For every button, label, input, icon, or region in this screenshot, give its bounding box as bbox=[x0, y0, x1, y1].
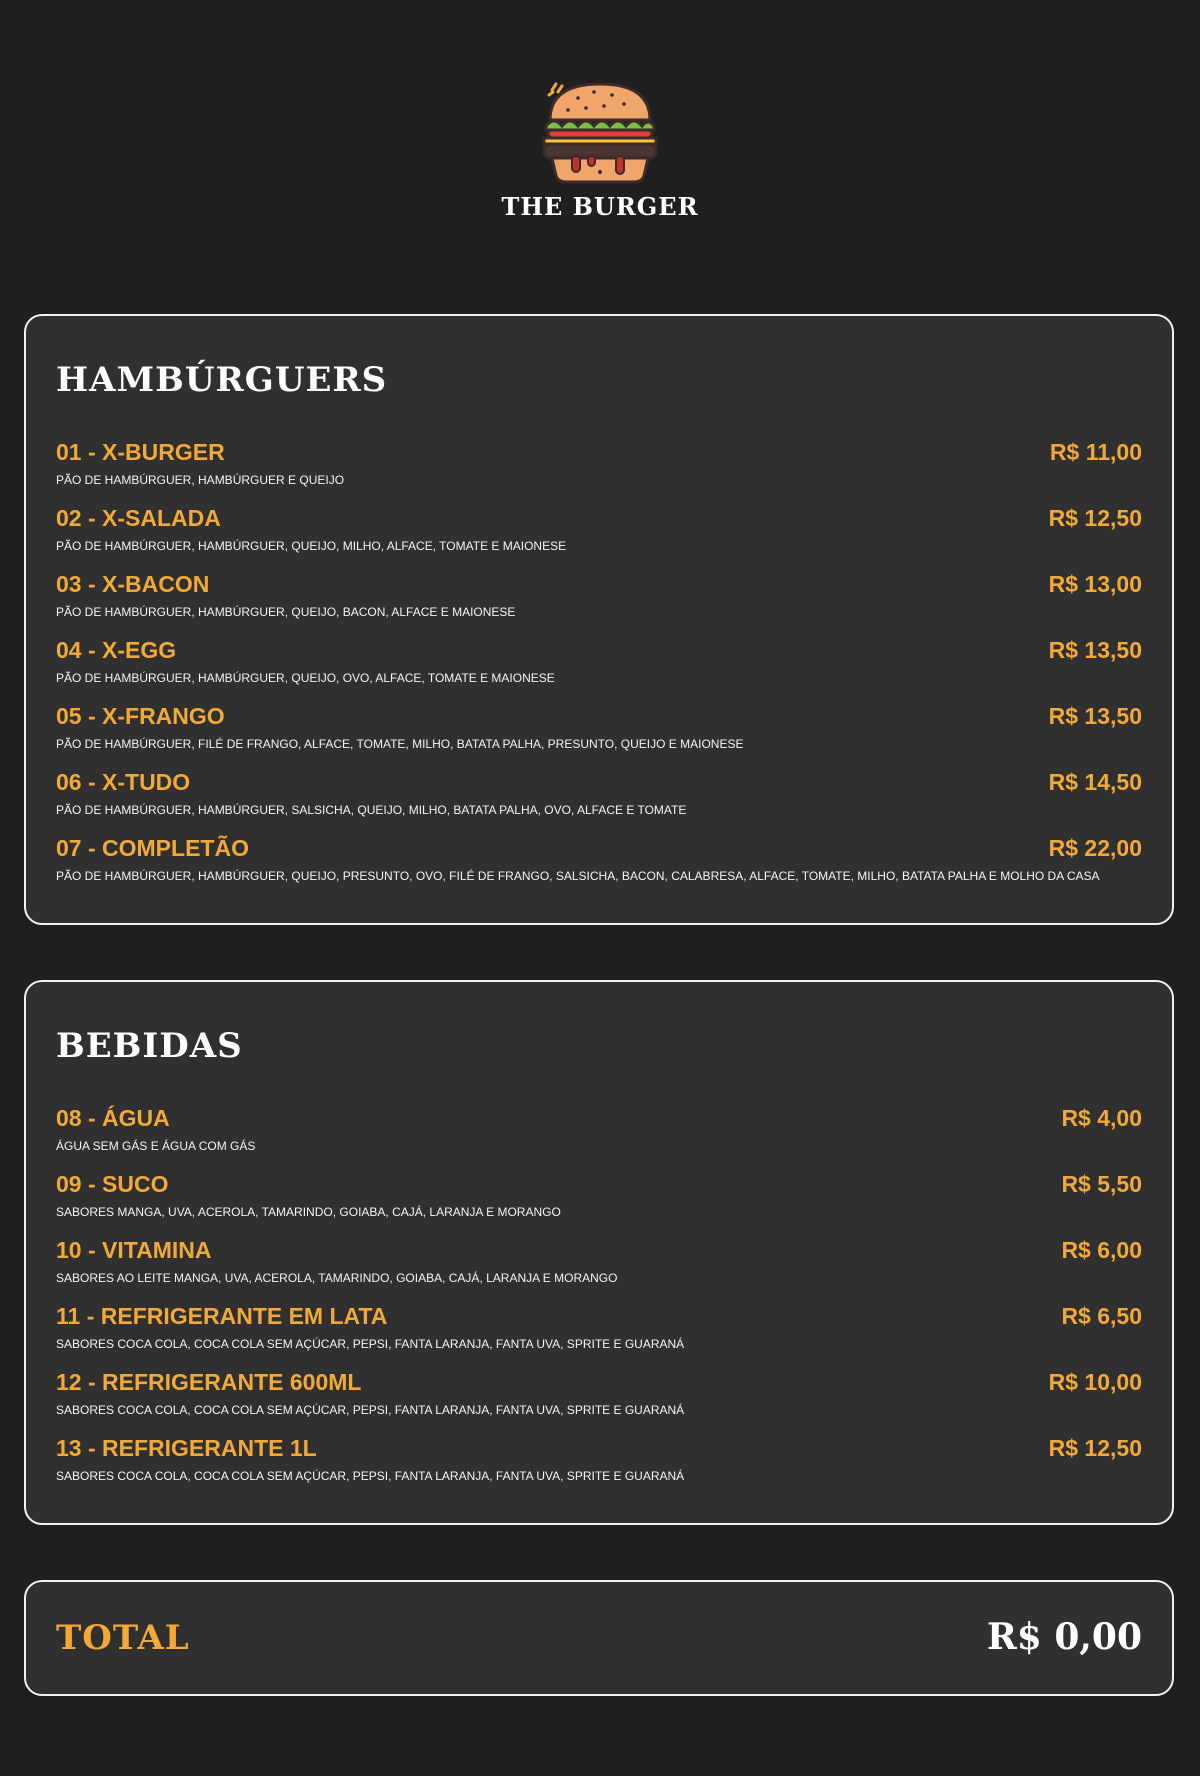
item-price: R$ 13,50 bbox=[1048, 703, 1142, 729]
menu-item-burger[interactable]: 04 - X-EGG R$ 13,50 PÃO DE HAMBÚRGUER, H… bbox=[56, 636, 1142, 702]
menu-item-burger[interactable]: 07 - COMPLETÃO R$ 22,00 PÃO DE HAMBÚRGUE… bbox=[56, 834, 1142, 900]
burger-icon bbox=[542, 82, 658, 184]
menu-item-burger[interactable]: 03 - X-BACON R$ 13,00 PÃO DE HAMBÚRGUER,… bbox=[56, 570, 1142, 636]
item-price: R$ 14,50 bbox=[1048, 769, 1142, 795]
menu-item-drink[interactable]: 11 - REFRIGERANTE EM LATA R$ 6,50 SABORE… bbox=[56, 1302, 1142, 1368]
drinks-section: BEBIDAS 08 - ÁGUA R$ 4,00 ÁGUA SEM GÁS E… bbox=[24, 980, 1174, 1525]
menu-item-drink[interactable]: 09 - SUCO R$ 5,50 SABORES MANGA, UVA, AC… bbox=[56, 1170, 1142, 1236]
item-name: 01 - X-BURGER bbox=[56, 439, 225, 465]
header: THE BURGER bbox=[0, 76, 1200, 221]
item-description: PÃO DE HAMBÚRGUER, HAMBÚRGUER, SALSICHA,… bbox=[56, 803, 687, 817]
item-description: SABORES COCA COLA, COCA COLA SEM AÇÚCAR,… bbox=[56, 1469, 685, 1483]
item-name: 12 - REFRIGERANTE 600ML bbox=[56, 1369, 362, 1395]
item-name: 13 - REFRIGERANTE 1L bbox=[56, 1435, 317, 1461]
item-name: 07 - COMPLETÃO bbox=[56, 835, 249, 861]
item-name: 08 - ÁGUA bbox=[56, 1105, 170, 1131]
item-description: PÃO DE HAMBÚRGUER, HAMBÚRGUER, QUEIJO, B… bbox=[56, 605, 516, 619]
burgers-list: 01 - X-BURGER R$ 11,00 PÃO DE HAMBÚRGUER… bbox=[56, 438, 1142, 900]
item-name: 05 - X-FRANGO bbox=[56, 703, 225, 729]
item-description: PÃO DE HAMBÚRGUER, HAMBÚRGUER, QUEIJO, M… bbox=[56, 539, 567, 553]
item-price: R$ 13,50 bbox=[1048, 637, 1142, 663]
item-description: PÃO DE HAMBÚRGUER, HAMBÚRGUER, QUEIJO, P… bbox=[56, 869, 1100, 883]
item-price: R$ 6,00 bbox=[1061, 1237, 1142, 1263]
menu-item-burger[interactable]: 05 - X-FRANGO R$ 13,50 PÃO DE HAMBÚRGUER… bbox=[56, 702, 1142, 768]
brand-name: THE BURGER bbox=[501, 192, 699, 221]
menu-item-drink[interactable]: 12 - REFRIGERANTE 600ML R$ 10,00 SABORES… bbox=[56, 1368, 1142, 1434]
menu-item-drink[interactable]: 10 - VITAMINA R$ 6,00 SABORES AO LEITE M… bbox=[56, 1236, 1142, 1302]
item-description: SABORES MANGA, UVA, ACEROLA, TAMARINDO, … bbox=[56, 1205, 561, 1219]
total-label: TOTAL bbox=[56, 1618, 190, 1658]
item-price: R$ 5,50 bbox=[1061, 1171, 1142, 1197]
item-description: PÃO DE HAMBÚRGUER, FILÉ DE FRANGO, ALFAC… bbox=[56, 737, 744, 751]
item-price: R$ 11,00 bbox=[1049, 439, 1142, 465]
section-title-burgers: HAMBÚRGUERS bbox=[56, 360, 388, 400]
menu-item-burger[interactable]: 01 - X-BURGER R$ 11,00 PÃO DE HAMBÚRGUER… bbox=[56, 438, 1142, 504]
total-section: TOTAL R$ 0,00 bbox=[24, 1580, 1174, 1696]
item-description: SABORES COCA COLA, COCA COLA SEM AÇÚCAR,… bbox=[56, 1337, 685, 1351]
menu-item-burger[interactable]: 02 - X-SALADA R$ 12,50 PÃO DE HAMBÚRGUER… bbox=[56, 504, 1142, 570]
item-description: PÃO DE HAMBÚRGUER, HAMBÚRGUER, QUEIJO, O… bbox=[56, 671, 555, 685]
menu-item-burger[interactable]: 06 - X-TUDO R$ 14,50 PÃO DE HAMBÚRGUER, … bbox=[56, 768, 1142, 834]
item-description: ÁGUA SEM GÁS E ÁGUA COM GÁS bbox=[56, 1139, 256, 1153]
item-price: R$ 12,50 bbox=[1048, 505, 1142, 531]
item-name: 06 - X-TUDO bbox=[56, 769, 191, 795]
item-description: SABORES COCA COLA, COCA COLA SEM AÇÚCAR,… bbox=[56, 1403, 685, 1417]
section-title-drinks: BEBIDAS bbox=[56, 1026, 243, 1066]
menu-item-drink[interactable]: 08 - ÁGUA R$ 4,00 ÁGUA SEM GÁS E ÁGUA CO… bbox=[56, 1104, 1142, 1170]
item-price: R$ 22,00 bbox=[1048, 835, 1142, 861]
burgers-section: HAMBÚRGUERS 01 - X-BURGER R$ 11,00 PÃO D… bbox=[24, 314, 1174, 925]
item-price: R$ 4,00 bbox=[1061, 1105, 1142, 1131]
item-name: 10 - VITAMINA bbox=[56, 1237, 212, 1263]
item-name: 03 - X-BACON bbox=[56, 571, 210, 597]
total-value: R$ 0,00 bbox=[986, 1616, 1142, 1658]
item-price: R$ 13,00 bbox=[1048, 571, 1142, 597]
item-description: SABORES AO LEITE MANGA, UVA, ACEROLA, TA… bbox=[56, 1271, 618, 1285]
item-price: R$ 6,50 bbox=[1061, 1303, 1142, 1329]
menu-item-drink[interactable]: 13 - REFRIGERANTE 1L R$ 12,50 SABORES CO… bbox=[56, 1434, 1142, 1500]
drinks-list: 08 - ÁGUA R$ 4,00 ÁGUA SEM GÁS E ÁGUA CO… bbox=[56, 1104, 1142, 1500]
item-price: R$ 12,50 bbox=[1048, 1435, 1142, 1461]
item-name: 11 - REFRIGERANTE EM LATA bbox=[56, 1303, 388, 1329]
item-price: R$ 10,00 bbox=[1048, 1369, 1142, 1395]
item-description: PÃO DE HAMBÚRGUER, HAMBÚRGUER E QUEIJO bbox=[56, 473, 345, 487]
item-name: 02 - X-SALADA bbox=[56, 505, 221, 531]
item-name: 09 - SUCO bbox=[56, 1171, 169, 1197]
item-name: 04 - X-EGG bbox=[56, 637, 177, 663]
